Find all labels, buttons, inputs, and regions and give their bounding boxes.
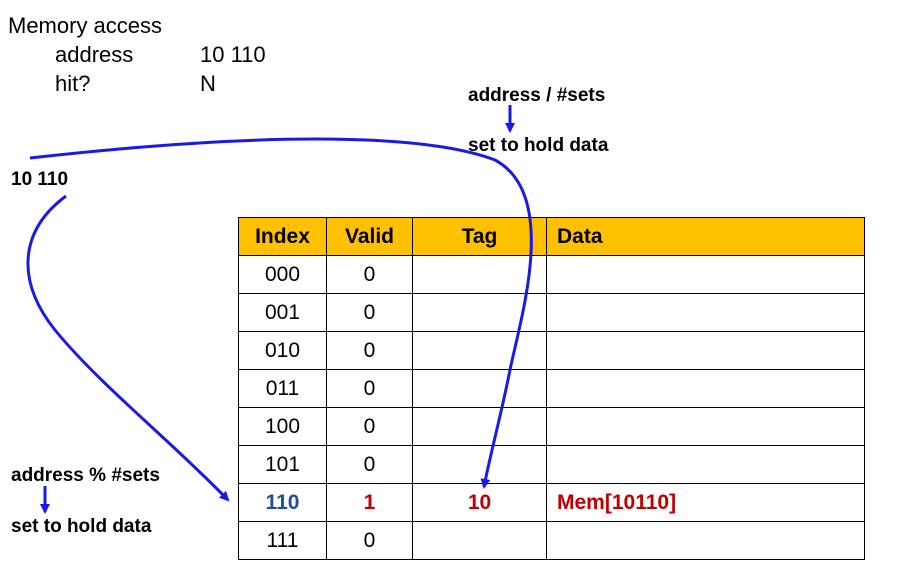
cell-data <box>546 369 865 408</box>
memory-access-title: Memory access <box>8 13 163 38</box>
cell-valid: 0 <box>326 445 413 484</box>
cell-tag <box>412 255 547 294</box>
cell-data <box>546 445 865 484</box>
address-bits: 10 110 <box>11 169 69 190</box>
header-index: Index <box>238 217 327 256</box>
cell-tag <box>412 293 547 332</box>
address-label: address <box>55 42 134 67</box>
cell-tag <box>412 445 547 484</box>
cell-valid-highlighted: 1 <box>326 483 413 522</box>
cell-index: 010 <box>238 331 327 370</box>
cell-valid: 0 <box>326 521 413 560</box>
cell-index-highlighted: 110 <box>238 483 327 522</box>
cell-tag <box>412 407 547 446</box>
cell-index: 101 <box>238 445 327 484</box>
tag-note-formula: address / #sets <box>468 85 606 106</box>
cell-data <box>546 331 865 370</box>
cell-valid: 0 <box>326 369 413 408</box>
cell-data <box>546 521 865 560</box>
hit-value: N <box>200 71 216 96</box>
cell-index: 000 <box>238 255 327 294</box>
cell-tag <box>412 521 547 560</box>
header-tag: Tag <box>412 217 547 256</box>
cell-data-highlighted: Mem[10110] <box>546 483 865 522</box>
cell-tag-highlighted: 10 <box>412 483 547 522</box>
cell-data <box>546 255 865 294</box>
table-row: 000 0 <box>238 255 865 294</box>
table-row: 101 0 <box>238 445 865 484</box>
cell-valid: 0 <box>326 331 413 370</box>
address-value: 10 110 <box>200 42 266 67</box>
cell-tag <box>412 369 547 408</box>
cell-data <box>546 407 865 446</box>
table-row-highlighted: 110 1 10 Mem[10110] <box>238 483 865 522</box>
cell-index: 011 <box>238 369 327 408</box>
table-header-row: Index Valid Tag Data <box>238 217 865 256</box>
cell-valid: 0 <box>326 255 413 294</box>
header-valid: Valid <box>326 217 413 256</box>
table-row: 011 0 <box>238 369 865 408</box>
table-row: 010 0 <box>238 331 865 370</box>
index-note-formula: address % #sets <box>11 465 160 486</box>
header-data: Data <box>546 217 865 256</box>
hit-label: hit? <box>55 71 91 96</box>
tag-note-result: set to hold data <box>468 135 609 156</box>
table-row: 100 0 <box>238 407 865 446</box>
table-row: 111 0 <box>238 521 865 560</box>
index-note-result: set to hold data <box>11 516 152 537</box>
cell-data <box>546 293 865 332</box>
table-row: 001 0 <box>238 293 865 332</box>
cell-valid: 0 <box>326 293 413 332</box>
cell-index: 100 <box>238 407 327 446</box>
cell-valid: 0 <box>326 407 413 446</box>
cell-index: 001 <box>238 293 327 332</box>
cell-tag <box>412 331 547 370</box>
cache-table: Index Valid Tag Data 000 0 001 0 010 0 0… <box>238 217 865 560</box>
cell-index: 111 <box>238 521 327 560</box>
index-mapping-arrow <box>26 194 230 502</box>
